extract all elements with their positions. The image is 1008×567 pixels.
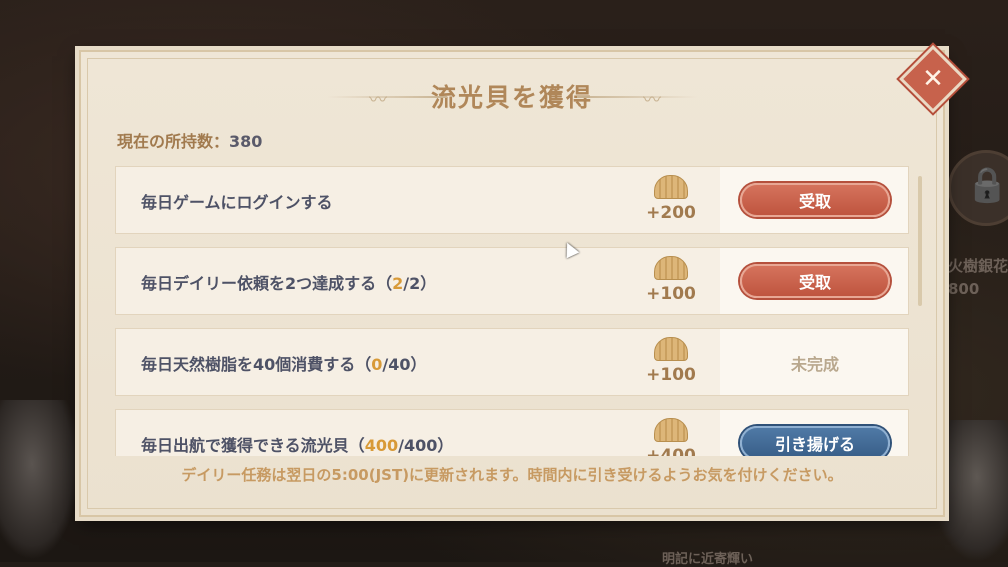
shell-icon [654, 418, 688, 442]
task-suffix: ） [410, 355, 427, 374]
progress-current: 400 [364, 436, 399, 455]
task-reward: +100 [636, 256, 706, 304]
task-text: 毎日ゲームにログインする [141, 193, 333, 212]
task-label: 毎日ゲームにログインする [141, 189, 333, 213]
progress-total: 40 [388, 355, 411, 374]
close-icon: ✕ [922, 64, 944, 94]
progress-total: 400 [403, 436, 438, 455]
reward-amount: +100 [646, 284, 696, 304]
incomplete-status: 未完成 [790, 355, 839, 374]
task-reward: +400 [636, 418, 706, 456]
title-divider-left [327, 96, 447, 98]
swirl-ornament-right-icon: 〰 [643, 90, 661, 111]
claim-button[interactable]: 受取 [740, 264, 890, 298]
task-row: 毎日出航で獲得できる流光貝（400/400） +400 引き揚げる [115, 409, 909, 456]
holding-count: 現在の所持数：380 [117, 128, 262, 152]
title-bar: 〰 流光貝を獲得 〰 [81, 78, 943, 114]
shell-reward-dialog: 〰 流光貝を獲得 〰 現在の所持数：380 毎日ゲームにログインする +200 … [79, 50, 945, 517]
holding-value: 380 [229, 132, 263, 151]
salvage-button[interactable]: 引き揚げる [740, 426, 890, 456]
shell-icon [654, 175, 688, 199]
daily-reset-notice: デイリー任務は翌日の5:00(JST)に更新されます。時間内に引き受けるようお気… [181, 466, 843, 484]
background-event-label: 火樹銀花 [948, 257, 1008, 275]
task-suffix: ） [437, 436, 454, 455]
scrollbar[interactable] [918, 176, 922, 306]
progress-total: 2 [409, 274, 421, 293]
title-divider-right [577, 96, 697, 98]
task-reward: +200 [636, 175, 706, 223]
progress-current: 2 [392, 274, 404, 293]
task-label: 毎日デイリー依頼を2つ達成する（2/2） [141, 270, 436, 294]
background-character-left [0, 400, 80, 560]
reward-amount: +200 [646, 203, 696, 223]
holding-label: 現在の所持数： [117, 132, 230, 151]
reward-amount: +100 [646, 365, 696, 385]
task-row: 毎日ゲームにログインする +200 受取 [115, 166, 909, 234]
task-text: 毎日天然樹脂を40個消費する（ [141, 355, 372, 374]
task-list[interactable]: 毎日ゲームにログインする +200 受取 毎日デイリー依頼を2つ達成する（2/2… [115, 166, 909, 456]
background-text: 明記に近寄輝い [662, 552, 754, 567]
reward-amount: +400 [646, 446, 696, 456]
background-event-value: 800 [948, 280, 980, 298]
claim-button[interactable]: 受取 [740, 183, 890, 217]
task-text: 毎日出航で獲得できる流光貝（ [141, 436, 365, 455]
shell-icon [654, 256, 688, 280]
swirl-ornament-left-icon: 〰 [369, 90, 387, 111]
task-row: 毎日デイリー依頼を2つ達成する（2/2） +100 受取 [115, 247, 909, 315]
task-suffix: ） [420, 274, 437, 293]
task-reward: +100 [636, 337, 706, 385]
task-label: 毎日天然樹脂を40個消費する（0/40） [141, 351, 427, 375]
shell-icon [654, 337, 688, 361]
task-text: 毎日デイリー依頼を2つ達成する（ [141, 274, 393, 293]
progress-current: 0 [371, 355, 383, 374]
task-row: 毎日天然樹脂を40個消費する（0/40） +100 未完成 [115, 328, 909, 396]
task-label: 毎日出航で獲得できる流光貝（400/400） [141, 432, 453, 456]
dialog-title: 流光貝を獲得 [430, 83, 593, 112]
